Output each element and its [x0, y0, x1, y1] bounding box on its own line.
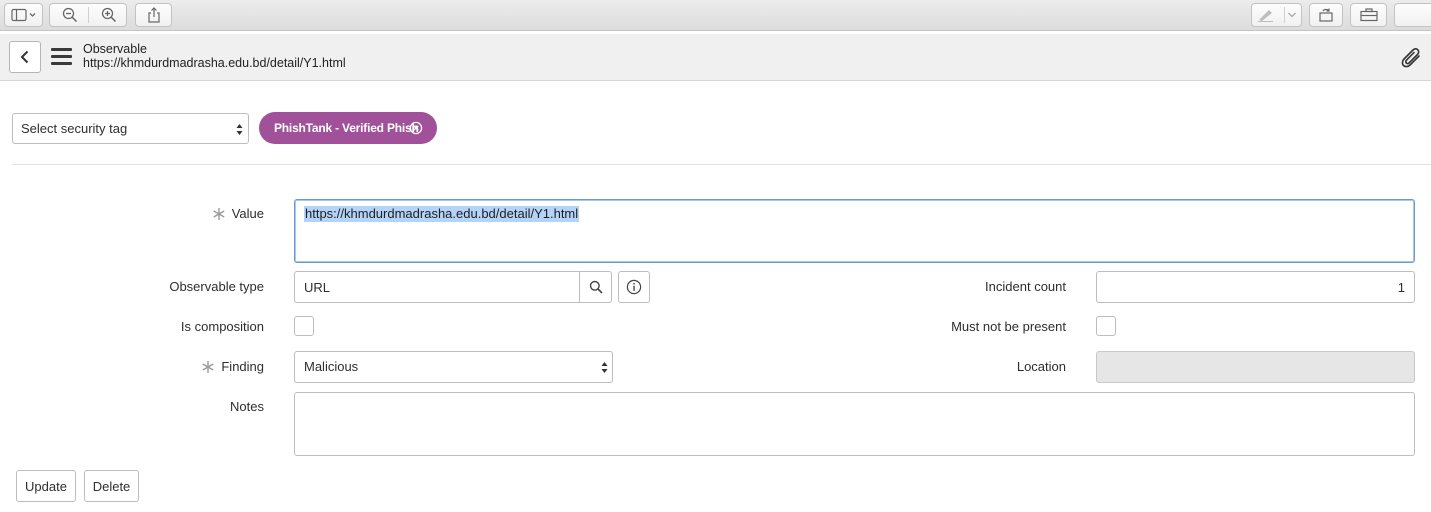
must-not-be-present-checkbox[interactable]: [1096, 316, 1116, 336]
rotate-icon: [1319, 8, 1333, 22]
select-arrows-icon: [236, 124, 243, 135]
lookup-button[interactable]: [579, 271, 612, 303]
hamburger-menu-icon[interactable]: [51, 48, 73, 66]
chevron-left-icon: [20, 50, 29, 64]
value-label: Value: [231, 206, 264, 221]
is-composition-label: Is composition: [180, 319, 264, 334]
is-composition-checkbox[interactable]: [294, 316, 314, 336]
paperclip-icon[interactable]: [1399, 46, 1423, 70]
info-button[interactable]: [618, 271, 650, 303]
incident-count-value: 1: [1397, 280, 1405, 295]
incident-count-label: Incident count: [985, 279, 1066, 294]
toolbox-icon: [1359, 8, 1378, 22]
notes-label: Notes: [230, 399, 264, 414]
browser-toolbar: [0, 0, 1431, 31]
select-arrows-icon: [601, 362, 608, 373]
observable-type-value: URL: [304, 280, 331, 295]
remove-tag-icon[interactable]: [409, 121, 423, 135]
toolbar-extra-button[interactable]: [1394, 3, 1431, 27]
info-icon: [626, 279, 642, 295]
notes-textarea[interactable]: [294, 392, 1415, 456]
sidebar-toggle-button[interactable]: [4, 3, 43, 27]
location-label: Location: [1016, 359, 1066, 374]
observable-type-input[interactable]: [294, 271, 581, 303]
security-tag-select-label: Select security tag: [21, 121, 128, 136]
back-button[interactable]: [9, 41, 41, 73]
zoom-in-button[interactable]: [89, 4, 128, 26]
record-header: Observable https://khmdurdmadrasha.edu.b…: [0, 34, 1431, 81]
page-subtitle: https://khmdurdmadrasha.edu.bd/detail/Y1…: [83, 56, 346, 70]
zoom-out-icon: [62, 7, 77, 23]
finding-label: Finding: [221, 359, 264, 374]
share-button[interactable]: [135, 3, 172, 27]
finding-value: Malicious: [304, 359, 359, 374]
zoom-in-icon: [101, 7, 116, 23]
security-tag-pill: PhishTank - Verified Phish: [259, 112, 437, 144]
location-input: [1096, 351, 1415, 383]
markup-button[interactable]: [1251, 3, 1302, 27]
value-text: https://khmdurdmadrasha.edu.bd/detail/Y1…: [304, 206, 580, 222]
sidebar-icon: [10, 8, 35, 22]
share-icon: [147, 7, 160, 23]
zoom-out-button[interactable]: [50, 4, 89, 26]
search-icon: [589, 280, 603, 294]
page-title: Observable: [83, 42, 147, 56]
chevron-down-icon: [1287, 12, 1296, 18]
rotate-button[interactable]: [1309, 3, 1343, 27]
delete-button[interactable]: Delete: [84, 470, 139, 502]
must-not-be-present-label: Must not be present: [951, 319, 1066, 334]
toolbox-button[interactable]: [1350, 3, 1387, 27]
security-tag-label: PhishTank - Verified Phish: [274, 121, 419, 135]
zoom-button-group: [49, 3, 127, 27]
section-divider: [12, 164, 1431, 165]
observable-type-label: Observable type: [169, 279, 264, 294]
update-button[interactable]: Update: [16, 470, 76, 502]
security-tag-select[interactable]: Select security tag: [12, 113, 249, 144]
markup-pen-icon: [1257, 10, 1273, 22]
